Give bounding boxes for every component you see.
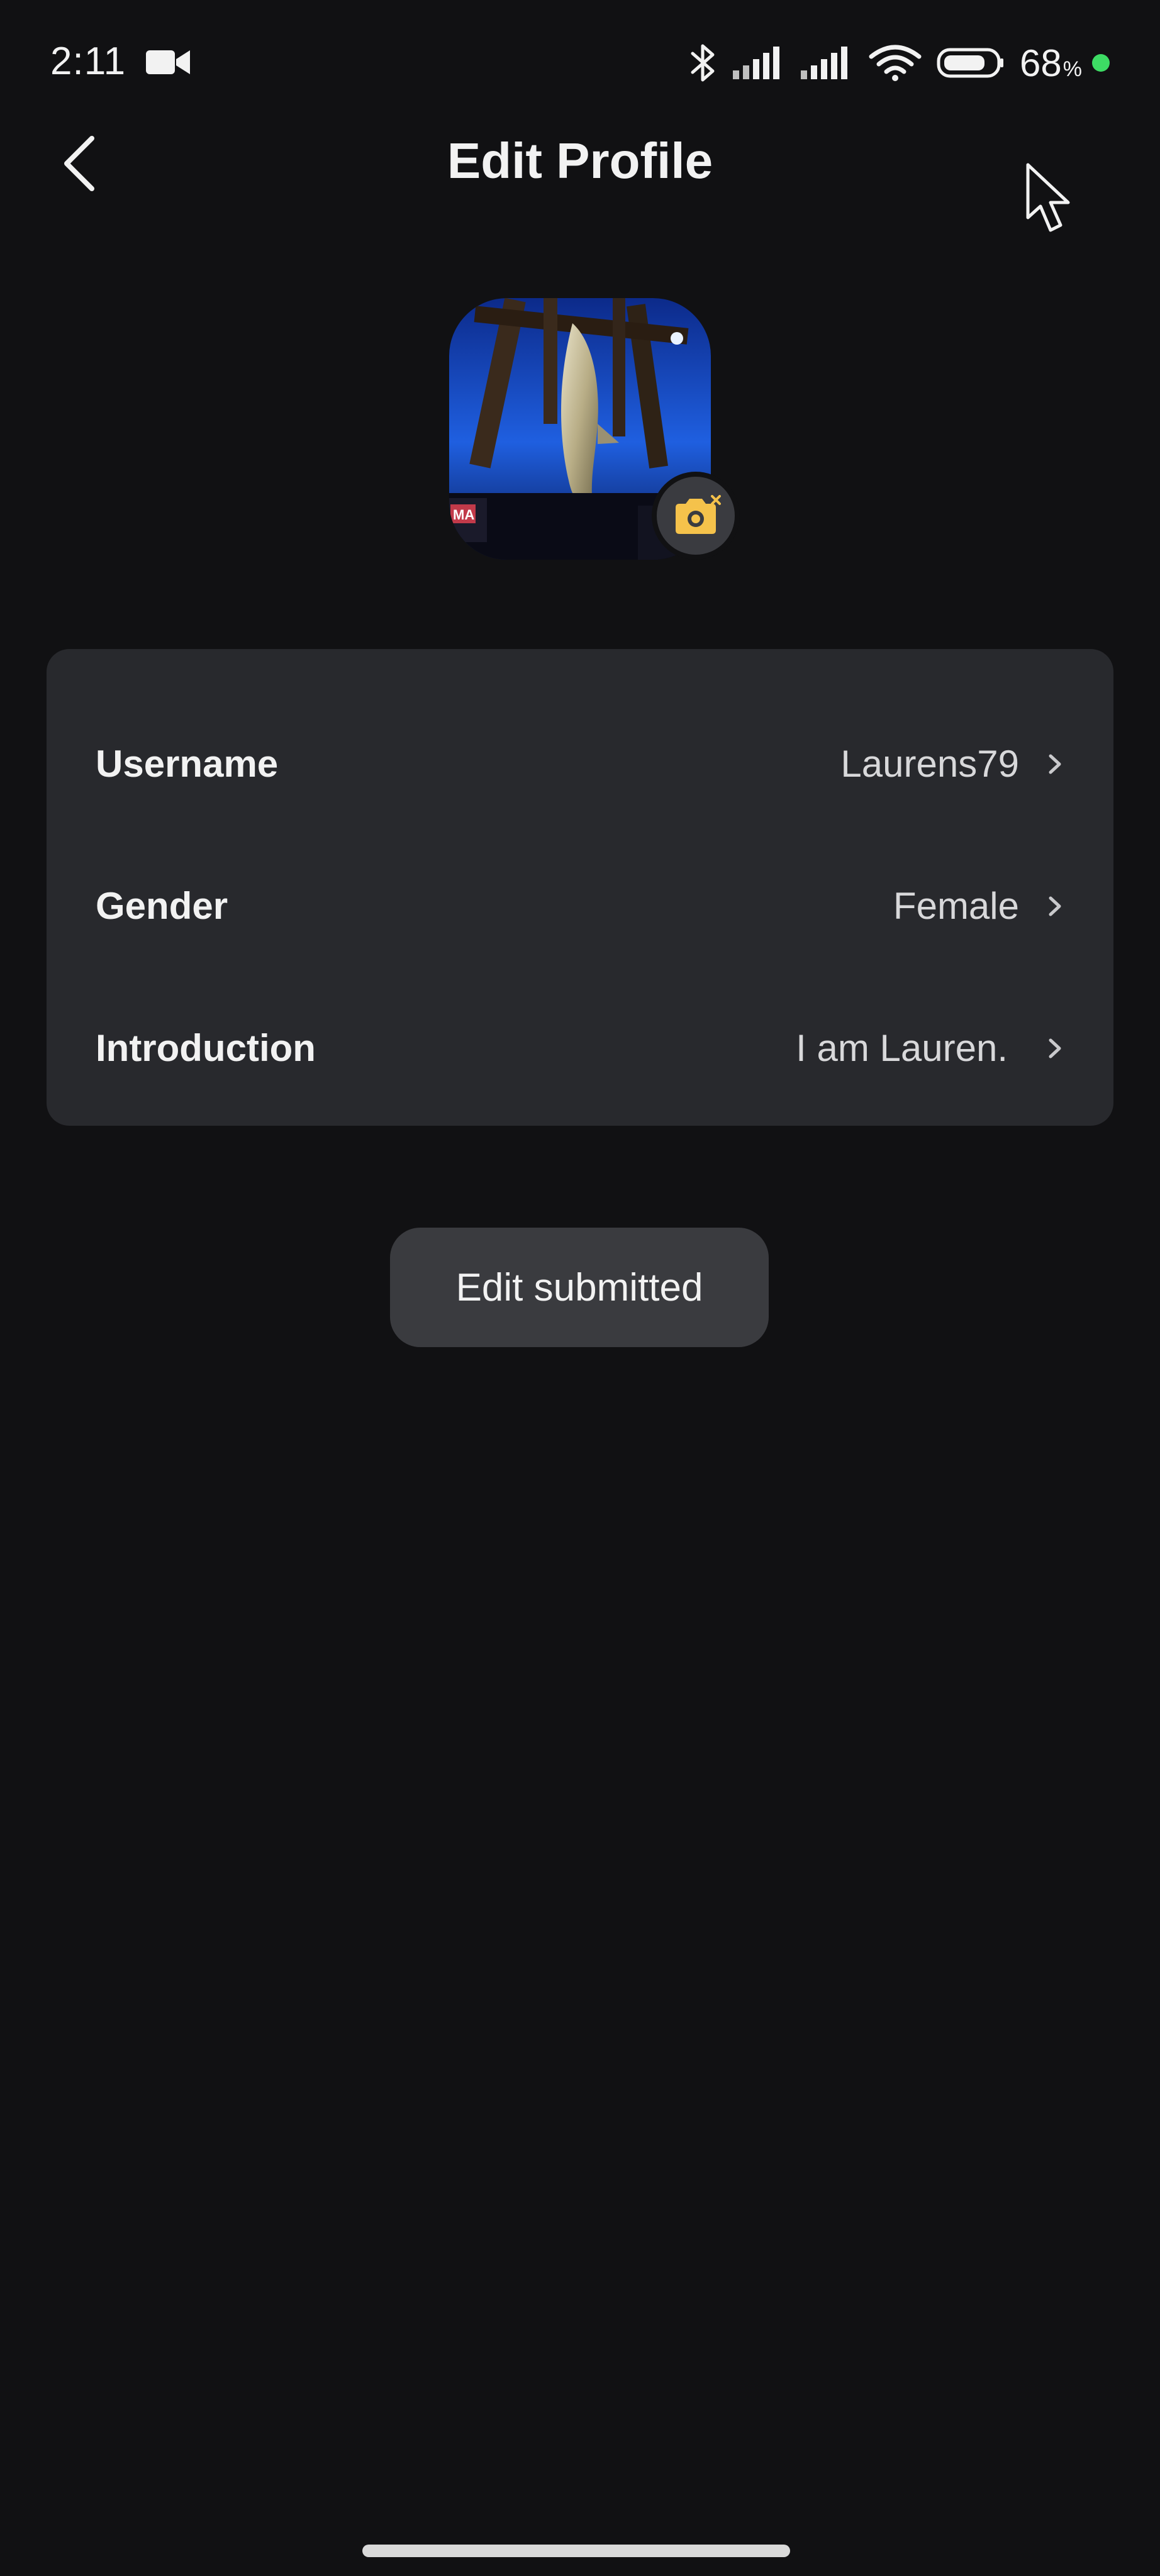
- avatar-sign-text: MA: [453, 507, 474, 523]
- avatar-container: MA: [449, 298, 740, 560]
- chevron-right-icon: [1049, 1038, 1061, 1058]
- introduction-row[interactable]: Introduction I am Lauren.: [47, 977, 1113, 1119]
- gender-row[interactable]: Gender Female: [47, 835, 1113, 977]
- mouse-pointer-icon: [1024, 162, 1074, 235]
- status-time: 2:11: [50, 40, 126, 83]
- status-icons: 68%: [689, 38, 1110, 88]
- profile-settings-card: Username Laurens79 Gender Female Introdu…: [47, 649, 1113, 1126]
- home-indicator[interactable]: [362, 2545, 790, 2557]
- introduction-value: I am Lauren.: [796, 1027, 1008, 1069]
- chevron-right-icon: [1049, 896, 1061, 916]
- username-value: Laurens79: [840, 743, 1019, 785]
- username-label: Username: [96, 743, 279, 785]
- username-row[interactable]: Username Laurens79: [47, 693, 1113, 835]
- change-photo-button[interactable]: [652, 472, 740, 560]
- introduction-label: Introduction: [96, 1027, 316, 1069]
- gender-label: Gender: [96, 885, 228, 927]
- charging-dot-icon: [1092, 54, 1110, 72]
- signal-icon: [733, 45, 786, 80]
- status-bar: 2:11 68 %: [0, 0, 1160, 126]
- camera-icon: [676, 495, 721, 534]
- page-title: Edit Profile: [447, 133, 713, 189]
- chevron-right-icon: [1049, 754, 1061, 774]
- gender-value: Female: [893, 885, 1019, 927]
- signal-icon: [801, 45, 854, 80]
- battery-value: 68: [1020, 42, 1062, 84]
- battery-unit: %: [1062, 57, 1082, 81]
- video-camera-icon: [146, 48, 190, 77]
- battery-icon: [937, 47, 1005, 79]
- bluetooth-icon: [689, 41, 718, 85]
- battery-percentage: 68%: [1020, 42, 1082, 85]
- wifi-icon: [869, 44, 922, 82]
- toast-message: Edit submitted: [390, 1228, 769, 1347]
